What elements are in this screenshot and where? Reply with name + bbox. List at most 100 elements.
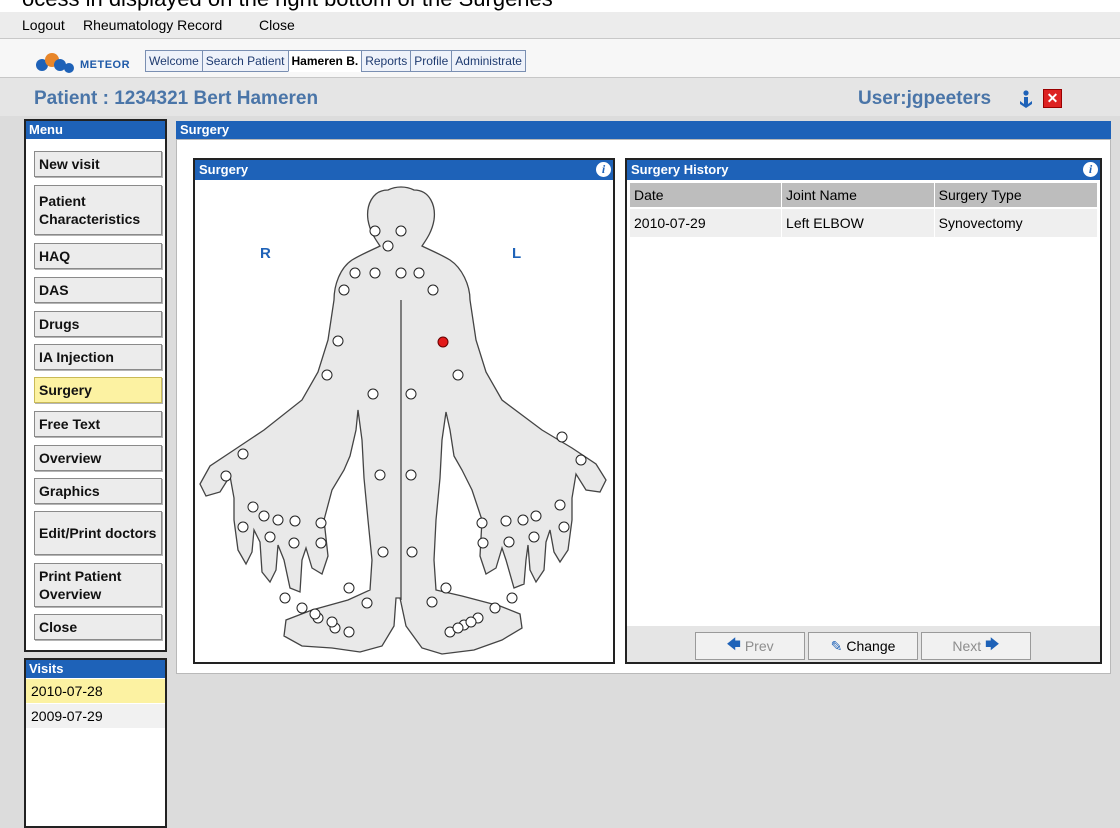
joint-marker-r-mcp5[interactable] xyxy=(315,517,327,529)
joint-marker-r-toe1[interactable] xyxy=(309,608,321,620)
joint-marker-left-sternoclavicular[interactable] xyxy=(395,267,407,279)
caption-text: ocess in displayed on the right bottom o… xyxy=(22,0,553,12)
tab-profile[interactable]: Profile xyxy=(410,50,453,72)
joint-marker-r-mtp2[interactable] xyxy=(296,602,308,614)
joint-marker-right-sternoclavicular[interactable] xyxy=(369,267,381,279)
tab-search-patient[interactable]: Search Patient xyxy=(201,50,289,72)
joint-marker-r-pip2[interactable] xyxy=(264,531,276,543)
joint-marker-r-pip3[interactable] xyxy=(288,537,300,549)
menu-item-surgery[interactable]: Surgery xyxy=(34,377,162,403)
joint-marker-right-acromioclavicular[interactable] xyxy=(349,267,361,279)
joint-marker-r-toe2[interactable] xyxy=(326,616,338,628)
column-header-surgery-type[interactable]: Surgery Type xyxy=(934,183,1099,208)
joint-marker-l-mid2[interactable] xyxy=(426,596,438,608)
tab-welcome[interactable]: Welcome xyxy=(145,50,203,72)
joint-marker-left-hip[interactable] xyxy=(405,388,417,400)
table-row[interactable]: 2010-07-29 Left ELBOW Synovectomy xyxy=(630,207,1099,237)
visits-panel: Visits 2010-07-28 2009-07-29 xyxy=(24,658,167,828)
joint-marker-right-hand-cmc[interactable] xyxy=(237,448,249,460)
visits-title: Visits xyxy=(26,660,165,678)
joint-marker-l-pip1[interactable] xyxy=(477,537,489,549)
menu-item-haq[interactable]: HAQ xyxy=(34,243,162,269)
tab-strip: Welcome Search Patient Hameren B. Reports Pr… xyxy=(145,50,526,72)
arrow-right-icon: 🡆 xyxy=(985,636,1000,652)
joint-marker-l-mcp5[interactable] xyxy=(554,499,566,511)
tab-hameren-b[interactable]: Hameren B. xyxy=(287,50,363,72)
surgery-panel-title: Surgery xyxy=(199,162,249,177)
joint-marker-right-wrist[interactable] xyxy=(321,369,333,381)
rheumatology-record-menu[interactable]: Rheumatology Record xyxy=(83,17,222,33)
menu-item-print-patient-overview[interactable]: Print Patient Overview xyxy=(34,563,162,607)
tab-administrate[interactable]: Administrate xyxy=(451,50,526,72)
joint-marker-left-wrist[interactable] xyxy=(452,369,464,381)
visit-item[interactable]: 2010-07-28 xyxy=(26,679,165,703)
menu-item-graphics[interactable]: Graphics xyxy=(34,478,162,504)
joint-marker-right-elbow[interactable] xyxy=(332,335,344,347)
menu-item-patient-characteristics[interactable]: Patient Characteristics xyxy=(34,185,162,235)
joint-marker-l-pip4[interactable] xyxy=(558,521,570,533)
next-button[interactable]: Next 🡆 xyxy=(921,632,1031,660)
pencil-icon: ✎ xyxy=(830,637,843,654)
joint-marker-l-mcp2[interactable] xyxy=(500,515,512,527)
logo-text: METEOR xyxy=(80,59,131,71)
column-header-joint-name[interactable]: Joint Name xyxy=(781,183,935,208)
joint-marker-l-mtp1[interactable] xyxy=(506,592,518,604)
joint-marker-l-pip3[interactable] xyxy=(528,531,540,543)
joint-marker-r-mid1[interactable] xyxy=(343,582,355,594)
joint-marker-r-mcp3[interactable] xyxy=(272,514,284,526)
table-cell: Synovectomy xyxy=(934,207,1099,237)
joint-marker-left-elbow[interactable] xyxy=(437,336,449,348)
joint-marker-right-shoulder[interactable] xyxy=(338,284,350,296)
tab-reports[interactable]: Reports xyxy=(361,50,412,72)
info-icon[interactable] xyxy=(1016,89,1036,109)
joint-marker-l-mcp3[interactable] xyxy=(517,514,529,526)
joint-marker-left-jaw[interactable] xyxy=(395,225,407,237)
joint-marker-right-hip[interactable] xyxy=(367,388,379,400)
joint-marker-r-pip1[interactable] xyxy=(237,521,249,533)
joint-marker-right-jaw[interactable] xyxy=(369,225,381,237)
main-title: Surgery xyxy=(176,121,1111,139)
joint-marker-left-hand-cmc[interactable] xyxy=(556,431,568,443)
joint-marker-r-mcp4[interactable] xyxy=(289,515,301,527)
joint-marker-r-mcp2[interactable] xyxy=(258,510,270,522)
joint-marker-l-mtp2[interactable] xyxy=(489,602,501,614)
menu-item-free-text[interactable]: Free Text xyxy=(34,411,162,437)
joint-marker-left-ankle[interactable] xyxy=(406,546,418,558)
menu-item-new-visit[interactable]: New visit xyxy=(34,151,162,177)
joint-marker-left-shoulder[interactable] xyxy=(427,284,439,296)
joint-marker-left-acromioclavicular[interactable] xyxy=(413,267,425,279)
joint-marker-right-thumb[interactable] xyxy=(220,470,232,482)
info-icon[interactable]: i xyxy=(1083,162,1098,177)
joint-marker-r-mtp5[interactable] xyxy=(343,626,355,638)
joint-marker-l-toe2[interactable] xyxy=(452,622,464,634)
joint-marker-r-mid2[interactable] xyxy=(361,597,373,609)
joint-marker-right-knee[interactable] xyxy=(374,469,386,481)
menu-item-overview[interactable]: Overview xyxy=(34,445,162,471)
menu-item-ia-injection[interactable]: IA Injection xyxy=(34,344,162,370)
menu-item-close[interactable]: Close xyxy=(34,614,162,640)
joint-marker-r-mtp1[interactable] xyxy=(279,592,291,604)
menu-item-drugs[interactable]: Drugs xyxy=(34,311,162,337)
joint-marker-l-mcp1[interactable] xyxy=(476,517,488,529)
joint-marker-left-knee[interactable] xyxy=(405,469,417,481)
menu-item-edit-print-doctors[interactable]: Edit/Print doctors xyxy=(34,511,162,555)
joint-marker-right-ankle[interactable] xyxy=(377,546,389,558)
joint-marker-l-mcp4[interactable] xyxy=(530,510,542,522)
close-menu[interactable]: Close xyxy=(259,17,295,33)
menu-item-das[interactable]: DAS xyxy=(34,277,162,303)
column-header-date[interactable]: Date xyxy=(630,183,783,208)
joint-marker-l-mid1[interactable] xyxy=(440,582,452,594)
info-icon[interactable]: i xyxy=(596,162,611,177)
table-cell: Left ELBOW xyxy=(781,207,935,237)
joint-marker-left-thumb[interactable] xyxy=(575,454,587,466)
joint-marker-r-pip4[interactable] xyxy=(315,537,327,549)
joint-marker-l-toe1[interactable] xyxy=(465,616,477,628)
joint-marker-neck[interactable] xyxy=(382,240,394,252)
close-icon[interactable]: ✕ xyxy=(1043,89,1062,108)
prev-button[interactable]: 🡄 Prev xyxy=(695,632,805,660)
joint-marker-r-mcp1[interactable] xyxy=(247,501,259,513)
logout-menu[interactable]: Logout xyxy=(22,17,65,33)
joint-marker-l-pip2[interactable] xyxy=(503,536,515,548)
visit-item[interactable]: 2009-07-29 xyxy=(26,704,165,728)
change-button[interactable]: ✎ Change xyxy=(808,632,918,660)
